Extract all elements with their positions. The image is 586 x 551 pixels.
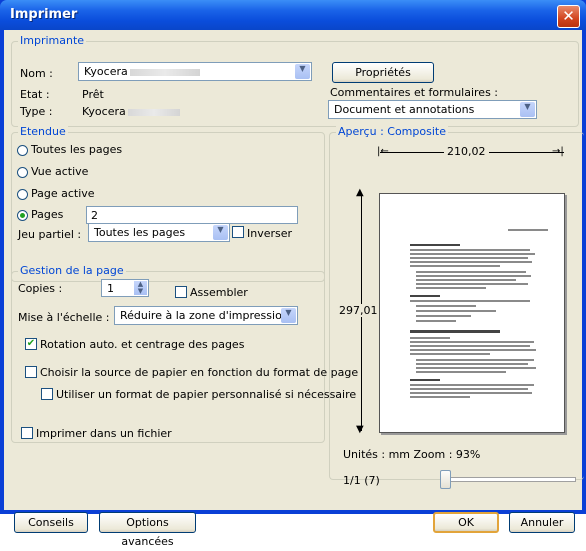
properties-button[interactable]: Propriétés xyxy=(332,62,434,83)
tips-button[interactable]: Conseils xyxy=(14,512,88,533)
comments-forms-select[interactable]: Document et annotations ▼ xyxy=(328,100,537,119)
all-pages-radio[interactable] xyxy=(17,145,28,156)
printer-type-row: Kyocera xyxy=(82,105,180,118)
all-pages-label[interactable]: Toutes les pages xyxy=(31,143,122,156)
advanced-options-button[interactable]: Options avancées xyxy=(99,512,196,548)
subset-value: Toutes les pages xyxy=(94,226,186,239)
copies-value: 1 xyxy=(107,282,114,295)
copies-stepper[interactable]: 1 ▲ ▼ xyxy=(101,279,149,297)
print-dialog: Imprimer ✕ Imprimante Nom : Kyocera ▼ Et… xyxy=(0,0,586,548)
title-bar[interactable]: Imprimer ✕ xyxy=(0,0,586,30)
printer-type-value: Kyocera xyxy=(82,105,126,118)
chevron-down-icon[interactable]: ▼ xyxy=(281,308,296,323)
subset-select[interactable]: Toutes les pages ▼ xyxy=(88,223,230,242)
paper-source-label[interactable]: Choisir la source de papier en fonction … xyxy=(40,366,358,379)
current-page-radio[interactable] xyxy=(17,189,28,200)
preview-height-value: 297,01 xyxy=(336,304,381,317)
preview-width-value: 210,02 xyxy=(444,145,489,158)
printer-name-label: Nom : xyxy=(20,67,53,80)
comments-forms-value: Document et annotations xyxy=(334,103,475,116)
scaling-select[interactable]: Réduire à la zone d'impression ▼ xyxy=(114,306,298,325)
auto-rotate-label[interactable]: Rotation auto. et centrage des pages xyxy=(40,338,244,351)
scaling-value: Réduire à la zone d'impression xyxy=(120,309,289,322)
pages-input[interactable]: 2 xyxy=(86,206,298,224)
copies-label: Copies : xyxy=(18,282,63,295)
dialog-body: Imprimante Nom : Kyocera ▼ Etat : Prêt T… xyxy=(4,30,584,548)
print-to-file-checkbox[interactable] xyxy=(21,427,33,439)
arrow-right-icon: →| xyxy=(552,146,564,157)
ok-button[interactable]: OK xyxy=(433,512,499,533)
page-slider-track[interactable] xyxy=(442,477,576,482)
chevron-down-icon[interactable]: ▼ xyxy=(520,102,535,117)
auto-rotate-checkbox[interactable]: ✔ xyxy=(25,338,37,350)
pages-label[interactable]: Pages xyxy=(31,208,63,221)
current-view-label[interactable]: Vue active xyxy=(31,165,88,178)
chevron-down-icon[interactable]: ▼ xyxy=(213,225,228,240)
arrow-down-icon: ▼ xyxy=(356,424,364,435)
current-view-radio[interactable] xyxy=(17,167,28,178)
collate-checkbox[interactable] xyxy=(175,286,187,298)
cancel-button[interactable]: Annuler xyxy=(509,512,575,533)
subset-label: Jeu partiel : xyxy=(18,228,82,241)
reverse-checkbox[interactable] xyxy=(232,226,244,238)
reverse-label[interactable]: Inverser xyxy=(247,227,292,240)
printer-name-value: Kyocera xyxy=(84,65,128,78)
close-icon[interactable]: ✕ xyxy=(557,5,580,28)
page-counter: 1/1 (7) xyxy=(343,474,380,487)
window-title: Imprimer xyxy=(10,7,78,22)
page-slider-thumb[interactable] xyxy=(440,470,451,489)
comments-forms-label: Commentaires et formulaires : xyxy=(330,86,498,99)
custom-paper-label[interactable]: Utiliser un format de papier personnalis… xyxy=(56,388,356,401)
stepper-arrows-icon[interactable]: ▲ ▼ xyxy=(134,281,147,295)
custom-paper-checkbox[interactable] xyxy=(41,388,53,400)
printer-type-label: Type : xyxy=(20,105,53,118)
page-handling-group: Gestion de la page xyxy=(11,264,325,443)
current-page-label[interactable]: Page active xyxy=(31,187,95,200)
paper-source-checkbox[interactable] xyxy=(25,366,37,378)
printer-legend: Imprimante xyxy=(18,34,87,47)
arrow-up-icon: ▲ xyxy=(356,187,364,198)
pages-input-value: 2 xyxy=(91,209,98,222)
print-to-file-label[interactable]: Imprimer dans un fichier xyxy=(36,427,172,440)
printer-status-label: Etat : xyxy=(20,88,50,101)
range-legend: Etendue xyxy=(18,125,68,138)
page-handling-legend: Gestion de la page xyxy=(18,264,126,277)
pages-radio[interactable] xyxy=(17,210,28,221)
redacted-printer-type xyxy=(127,108,180,116)
chevron-down-icon[interactable]: ▼ xyxy=(295,64,310,79)
redacted-printer-model xyxy=(129,68,200,76)
printer-status-value: Prêt xyxy=(82,88,104,101)
units-zoom-text: Unités : mm Zoom : 93% xyxy=(343,448,481,461)
scaling-label: Mise à l'échelle : xyxy=(18,311,110,324)
collate-label[interactable]: Assembler xyxy=(190,286,248,299)
arrow-left-icon: |← xyxy=(377,146,389,157)
page-preview-thumbnail xyxy=(379,193,565,433)
printer-name-select[interactable]: Kyocera ▼ xyxy=(78,62,312,81)
preview-legend: Aperçu : Composite xyxy=(336,125,448,138)
